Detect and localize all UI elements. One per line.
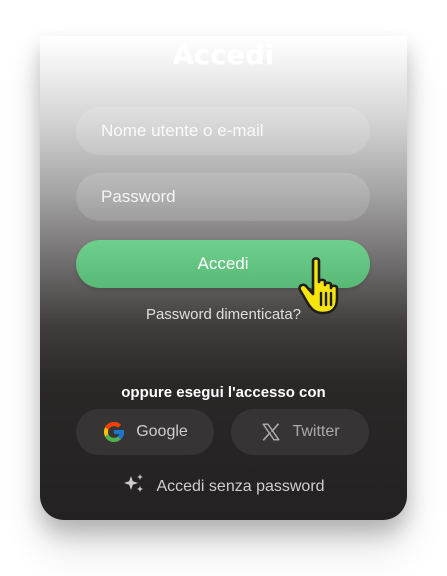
- x-icon: [260, 421, 282, 443]
- twitter-login-button[interactable]: Twitter: [231, 409, 369, 455]
- twitter-button-label: Twitter: [292, 423, 340, 440]
- password-input[interactable]: [76, 173, 370, 221]
- google-button-label: Google: [136, 423, 188, 440]
- hand-pointer-cursor-icon: [296, 255, 352, 317]
- google-login-button[interactable]: Google: [76, 409, 214, 455]
- passwordless-login-link[interactable]: Accedi senza password: [40, 472, 407, 501]
- username-input[interactable]: [76, 107, 370, 155]
- google-icon: [102, 420, 126, 444]
- page-title: Accedi: [172, 40, 275, 71]
- sparkle-icon: [122, 472, 146, 501]
- passwordless-label: Accedi senza password: [156, 477, 325, 495]
- alternative-login-heading: oppure esegui l'accesso con: [121, 384, 326, 401]
